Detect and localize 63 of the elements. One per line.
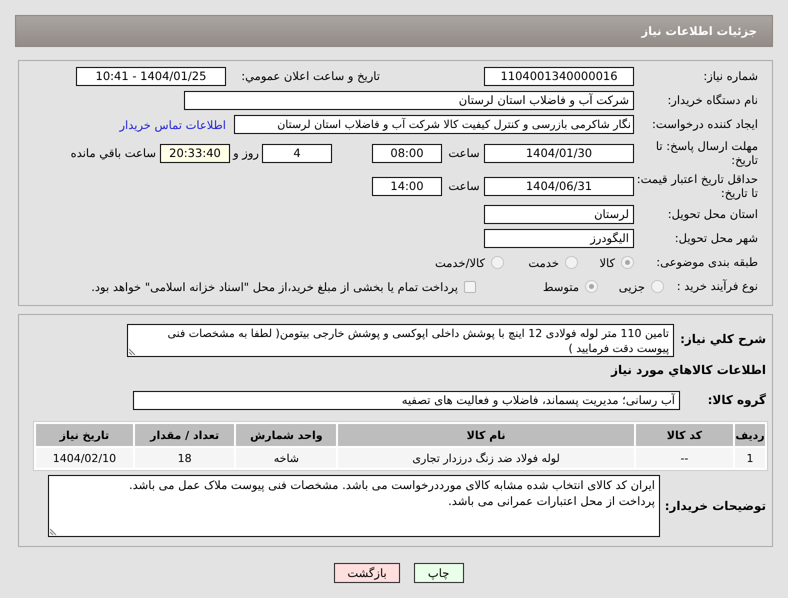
table-cell: شاخه (236, 448, 336, 468)
announce-date-field: 1404/01/25 - 10:41 (76, 67, 226, 86)
table-cell: -- (636, 448, 734, 468)
page-title-bar: جزئیات اطلاعات نیاز (15, 15, 773, 47)
field-label: گروه کالا: (706, 392, 767, 408)
column-header: نام کالا (338, 424, 634, 446)
buyer-notes-field[interactable]: ایران کد کالای انتخاب شده مشابه کالای مورددرخواست می باشد. مشخصات فنی پیوست ملاک عمل می باشد. پرداخت از محل اعتبارات عمرانی می باشد. (48, 475, 660, 537)
field-label: شرح کلي نياز: (679, 331, 767, 347)
checkbox-label: پرداخت تمام یا بخشی از مبلغ خرید،از محل "اسناد خزانه اسلامی" خواهد بود. (91, 280, 458, 294)
days-remaining-field: 4 (262, 144, 332, 162)
need-number-field: 1104001340000016 (484, 67, 634, 86)
time-remaining-field: 20:33:40 (160, 144, 230, 162)
validity-date-field: 1404/06/31 (484, 176, 634, 196)
print-button[interactable]: چاپ (414, 563, 464, 583)
validity-time-field: 14:00 (372, 176, 442, 196)
radio-label: خدمت (528, 256, 559, 270)
radio-button[interactable] (491, 256, 504, 269)
radio-label: كالا (599, 256, 615, 270)
requester-field: نگار شاکرمی بازرسی و کنترل کیفیت کالا شرکت آب و فاضلاب استان لرستان (234, 115, 634, 134)
column-header: رديف (735, 424, 765, 446)
radio-button[interactable] (621, 256, 634, 269)
radio-button[interactable] (585, 280, 598, 293)
column-header: کد کالا (636, 424, 734, 446)
column-header: واحد شمارش (236, 424, 336, 446)
radio-button[interactable] (651, 280, 664, 293)
field-label: نوع فرآیند خرید : (676, 279, 759, 294)
section-heading: اطلاعات کالاهاي مورد نياز (611, 362, 767, 378)
field-label: تاریخ و ساعت اعلان عمومي: (240, 69, 381, 84)
city-field: الیگودرز (484, 229, 634, 248)
table-cell: 1 (735, 448, 765, 468)
table-cell: 1404/02/10 (36, 448, 133, 468)
resize-grip-icon[interactable] (50, 527, 58, 535)
table-cell: 18 (134, 448, 234, 468)
buyer-name-field: شرکت آب و فاضلاب استان لرستان (184, 91, 634, 110)
radio-label: جزیی (618, 280, 645, 294)
column-header: تاريخ نياز (36, 424, 133, 446)
field-label: توضیحات خریدار: (664, 498, 767, 514)
radio-label: كالا/خدمت (434, 256, 485, 270)
deadline-time-field: 08:00 (372, 144, 442, 162)
field-label: نام دستگاه خریدار: (666, 93, 759, 108)
time-label: ساعت (447, 179, 481, 193)
checkbox[interactable] (464, 280, 476, 292)
remaining-label: ساعت باقي مانده (70, 146, 156, 160)
description-field[interactable]: تامین 110 متر لوله فولادی 12 اینچ با پوشش داخلی اپوکسی و پوشش خارجی بیتومن( لطفا به مشخصات فنی پیوست دقت فرمایید ) (127, 324, 674, 357)
radio-button[interactable] (565, 256, 578, 269)
radio-label: متوسط (542, 280, 579, 294)
field-label: طبقه بندی موضوعی: (655, 255, 759, 270)
province-field: لرستان (484, 205, 634, 224)
field-label: ایجاد کننده درخواست: (651, 117, 759, 132)
column-header: تعداد / مقدار (134, 424, 234, 446)
days-label: روز و (232, 146, 260, 160)
time-label: ساعت (447, 146, 481, 160)
field-label: حداقل تاریخ اعتبار قیمت: تا تاریخ: (636, 172, 759, 200)
back-button[interactable]: بازگشت (334, 563, 400, 583)
field-label: شماره نیاز: (702, 69, 759, 84)
field-label: شهر محل تحویل: (674, 231, 759, 246)
buyer-contact-link[interactable]: اطلاعات تماس خریدار (119, 118, 226, 132)
field-label: مهلت ارسال پاسخ: تا تاریخ: (654, 138, 759, 168)
deadline-date-field: 1404/01/30 (484, 144, 634, 162)
field-label: استان محل تحویل: (666, 207, 759, 222)
table-cell: لوله فولاد ضد زنگ درزدار تجاری (338, 448, 634, 468)
resize-grip-icon[interactable] (129, 347, 137, 355)
product-group-field: آب رسانی؛ مدیریت پسماند، فاضلاب و فعالیت های تصفیه (133, 390, 680, 410)
